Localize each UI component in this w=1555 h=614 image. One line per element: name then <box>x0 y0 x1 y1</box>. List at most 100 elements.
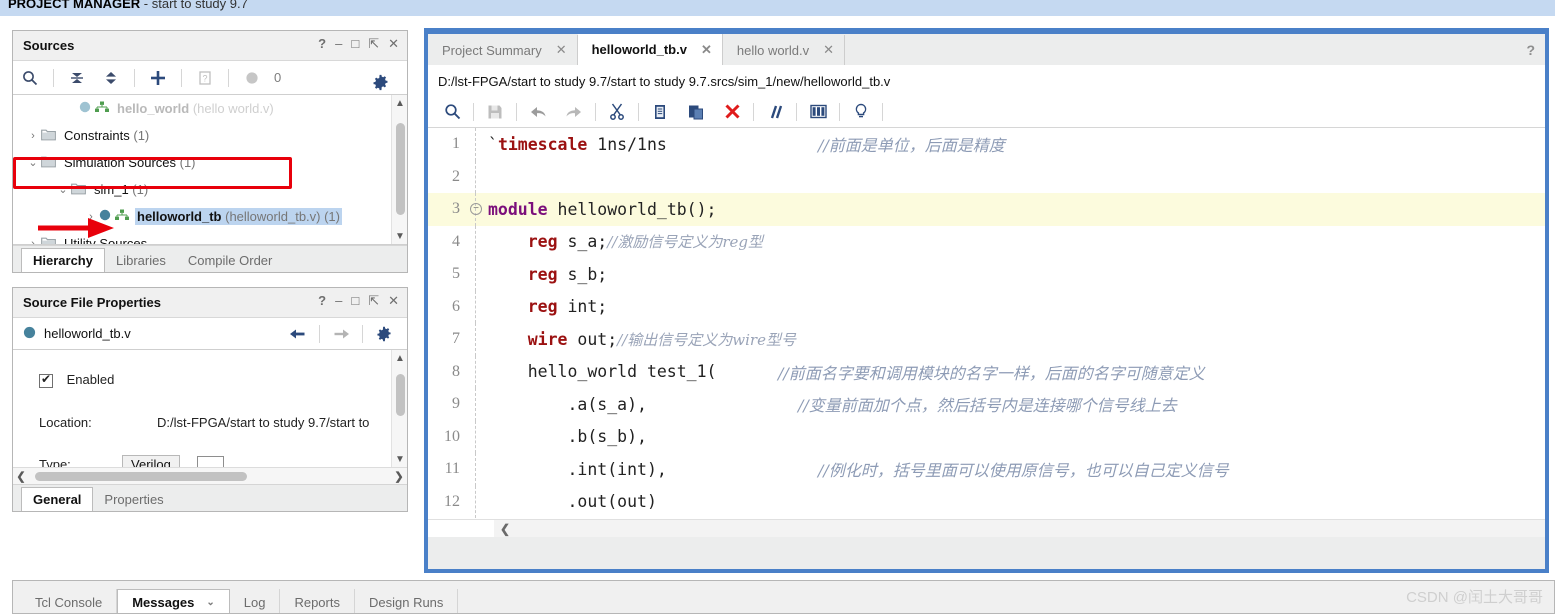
sfp-vertical-scrollbar[interactable]: ▲ ▼ <box>391 350 407 467</box>
tree-item[interactable]: ⌄ sim_1 (1) <box>13 176 391 203</box>
chevron-right-icon[interactable]: › <box>83 211 99 223</box>
settings-icon[interactable] <box>363 67 397 97</box>
tab-properties[interactable]: Properties <box>93 487 174 511</box>
code-line[interactable]: 12 .out(out) <box>428 485 1545 518</box>
close-icon[interactable]: ✕ <box>823 42 834 58</box>
console-tab-design-runs[interactable]: Design Runs <box>355 589 459 613</box>
scroll-up-icon[interactable]: ▲ <box>392 350 407 366</box>
sfp-horizontal-scrollbar[interactable]: ❮ ❯ <box>13 468 407 484</box>
maximize-icon[interactable]: □ <box>351 36 359 52</box>
settings-icon[interactable] <box>369 322 399 346</box>
help-icon[interactable]: ? <box>318 293 326 309</box>
enabled-row[interactable]: Enabled <box>39 372 114 388</box>
chevron-down-icon[interactable]: ⌄ <box>25 156 41 169</box>
code-horizontal-scrollbar[interactable]: ❮ <box>428 519 1545 537</box>
close-icon[interactable]: ✕ <box>388 36 399 52</box>
tree-item[interactable]: › helloworld_tb (helloworld_tb.v) (1) <box>13 203 391 230</box>
code-line[interactable]: 6 reg int; <box>428 290 1545 323</box>
code-line[interactable]: 4 reg s_a;//激励信号定义为reg型 <box>428 225 1545 258</box>
type-value-field[interactable]: Verilog <box>122 455 180 467</box>
code-line[interactable]: 1 ` timescale 1ns/1ns //前面是单位，后面是精度 <box>428 128 1545 161</box>
scroll-down-icon[interactable]: ▼ <box>392 451 407 467</box>
tab-hierarchy[interactable]: Hierarchy <box>21 248 105 272</box>
collapse-all-icon[interactable] <box>60 63 94 93</box>
maximize-icon[interactable]: □ <box>351 293 359 309</box>
scroll-right-icon[interactable]: ❯ <box>391 468 407 484</box>
help-icon[interactable]: ? <box>318 36 326 52</box>
scrollbar-thumb[interactable] <box>396 374 405 416</box>
cut-icon[interactable] <box>599 98 635 126</box>
tab-compile-order[interactable]: Compile Order <box>177 248 284 272</box>
code-line[interactable]: 7 wire out;//输出信号定义为wire型号 <box>428 323 1545 356</box>
code-line[interactable]: 3− module helloworld_tb(); <box>428 193 1545 226</box>
minimize-icon[interactable]: – <box>335 293 342 309</box>
console-tab-tcl-console[interactable]: Tcl Console <box>21 589 118 613</box>
comment-icon[interactable] <box>757 98 793 126</box>
search-icon[interactable] <box>434 98 470 126</box>
console-tab-log[interactable]: Log <box>230 589 281 613</box>
code-line[interactable]: 10 .b(s_b), <box>428 420 1545 453</box>
sfp-property-list[interactable]: Enabled Location: D:/lst-FPGA/start to s… <box>13 350 407 468</box>
tab-libraries[interactable]: Libraries <box>105 248 177 272</box>
arrow-right-icon[interactable] <box>326 322 356 346</box>
minimize-icon[interactable]: – <box>335 36 342 52</box>
editor-tab-project-summary[interactable]: Project Summary ✕ <box>428 35 578 65</box>
paste-icon[interactable] <box>678 98 714 126</box>
scroll-up-icon[interactable]: ▲ <box>392 95 407 111</box>
type-row[interactable]: Type: Verilog ... <box>39 455 224 467</box>
float-icon[interactable]: ⇱ <box>368 293 379 309</box>
help-icon[interactable]: ? <box>1526 42 1535 58</box>
delete-icon[interactable] <box>714 98 750 126</box>
close-icon[interactable]: ✕ <box>388 293 399 309</box>
tree-item[interactable]: hello_world (hello world.v) <box>13 95 391 122</box>
code-line[interactable]: 8 hello_world test_1(//前面名字要和调用模块的名字一样，后… <box>428 355 1545 388</box>
search-icon[interactable] <box>13 63 47 93</box>
redo-icon[interactable] <box>556 98 592 126</box>
console-tab-bar[interactable]: Tcl Console Messages ⌄ Log Reports Design Run… <box>13 581 1554 613</box>
expand-all-icon[interactable] <box>94 63 128 93</box>
scroll-left-icon[interactable]: ❮ <box>496 520 514 537</box>
sources-tree-scrollbar[interactable]: ▲ ▼ <box>391 95 407 244</box>
close-icon[interactable]: ✕ <box>701 42 712 58</box>
sources-tree[interactable]: hello_world (hello world.v) › Constraints … <box>13 95 407 245</box>
arrow-left-icon[interactable] <box>283 322 313 346</box>
code-keyword: reg <box>527 297 558 317</box>
gutter-divider <box>475 355 476 388</box>
chevron-down-icon[interactable]: ⌄ <box>55 183 71 196</box>
editor-tab-helloworld_tb-v[interactable]: helloworld_tb.v ✕ <box>577 34 723 65</box>
code-line[interactable]: 5 reg s_b; <box>428 258 1545 291</box>
tree-item[interactable]: › Constraints (1) <box>13 122 391 149</box>
scroll-left-icon[interactable]: ❮ <box>13 468 29 484</box>
editor-tab-bar[interactable]: ? Project Summary ✕ helloworld_tb.v ✕ hello … <box>428 34 1545 66</box>
copy-icon[interactable] <box>642 98 678 126</box>
scrollbar-thumb[interactable] <box>396 123 405 215</box>
code-editor[interactable]: 1 ` timescale 1ns/1ns //前面是单位，后面是精度 2 3− modul… <box>428 128 1545 537</box>
browse-type-button[interactable]: ... <box>197 456 224 467</box>
float-icon[interactable]: ⇱ <box>368 36 379 52</box>
columns-icon[interactable] <box>800 98 836 126</box>
sfp-view-tabs[interactable]: General Properties <box>13 484 407 511</box>
scrollbar-thumb[interactable] <box>35 472 247 481</box>
sources-view-tabs[interactable]: Hierarchy Libraries Compile Order <box>13 245 407 272</box>
chevron-right-icon[interactable]: › <box>25 130 41 142</box>
save-icon[interactable] <box>477 98 513 126</box>
tree-item[interactable]: ⌄ Simulation Sources (1) <box>13 149 391 176</box>
enabled-checkbox[interactable] <box>39 372 53 388</box>
fold-toggle-icon[interactable]: − <box>470 203 482 216</box>
console-tab-reports[interactable]: Reports <box>280 589 355 613</box>
chevron-right-icon[interactable]: › <box>25 238 41 245</box>
editor-tab-hello-world-v[interactable]: hello world.v ✕ <box>723 35 846 65</box>
undo-icon[interactable] <box>520 98 556 126</box>
code-line[interactable]: 11 .int(int), //例化时，括号里面可以使用原信号，也可以自己定义信号 <box>428 453 1545 486</box>
console-tab-messages[interactable]: Messages ⌄ <box>117 589 230 613</box>
chevron-down-icon[interactable]: ⌄ <box>206 597 214 608</box>
code-line[interactable]: 2 <box>428 160 1545 193</box>
bulb-icon[interactable] <box>843 98 879 126</box>
add-sources-icon[interactable] <box>141 63 175 93</box>
tree-item[interactable]: › Utility Sources <box>13 230 391 245</box>
tab-general[interactable]: General <box>21 487 94 511</box>
report-icon[interactable]: ? <box>188 63 222 93</box>
close-icon[interactable]: ✕ <box>556 42 567 58</box>
scroll-down-icon[interactable]: ▼ <box>392 228 407 244</box>
code-line[interactable]: 9 .a(s_a), //变量前面加个点，然后括号内是连接哪个信号线上去 <box>428 388 1545 421</box>
